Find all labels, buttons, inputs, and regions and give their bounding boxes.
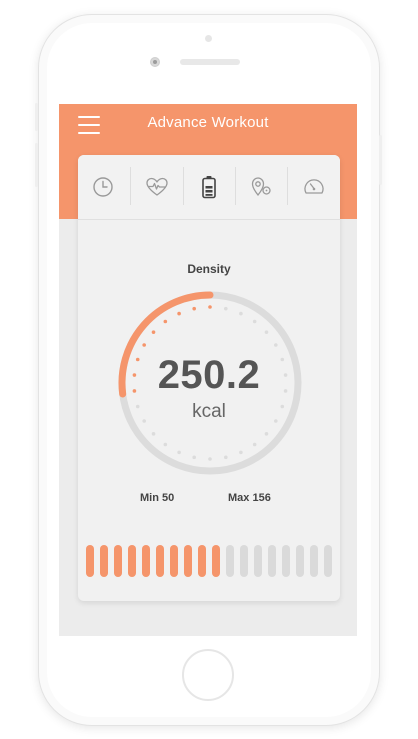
gauge-dot bbox=[151, 330, 156, 334]
tab-divider bbox=[183, 167, 184, 205]
gauge-dot bbox=[192, 455, 196, 460]
level-bar-filled bbox=[184, 545, 192, 577]
location-pin-icon bbox=[251, 177, 271, 197]
gauge-dot bbox=[163, 442, 168, 447]
level-bars bbox=[86, 545, 336, 577]
gauge-dot bbox=[208, 305, 212, 309]
gauge-dot bbox=[252, 319, 257, 324]
side-button-upper bbox=[35, 103, 38, 131]
earpiece-speaker bbox=[180, 59, 240, 65]
gauge-dot bbox=[264, 432, 269, 436]
gauge-dot bbox=[224, 455, 228, 460]
gauge-dot bbox=[151, 432, 156, 436]
gauge-dot bbox=[208, 457, 212, 461]
level-bar-filled bbox=[128, 545, 136, 577]
tab-speed[interactable] bbox=[296, 169, 332, 205]
level-bar-empty bbox=[324, 545, 332, 577]
level-bar-filled bbox=[156, 545, 164, 577]
gauge-dot bbox=[274, 343, 278, 347]
level-bar-filled bbox=[212, 545, 220, 577]
gauge-dot bbox=[264, 330, 269, 334]
gauge-dot bbox=[224, 306, 228, 311]
level-bar-filled bbox=[198, 545, 206, 577]
gauge-dot bbox=[192, 306, 196, 311]
side-button-right bbox=[379, 135, 382, 185]
clock-icon bbox=[93, 177, 113, 197]
heart-pulse-icon bbox=[146, 177, 168, 196]
speedometer-icon bbox=[304, 179, 324, 194]
gauge-dot bbox=[177, 450, 181, 455]
home-button[interactable] bbox=[182, 649, 234, 701]
tab-heart-rate[interactable] bbox=[139, 169, 175, 205]
gauge-dot bbox=[163, 319, 168, 324]
workout-card: Density 250.2 kcal Min 50 Max 156 bbox=[78, 155, 340, 601]
gauge-dot bbox=[252, 442, 257, 447]
gauge-unit: kcal bbox=[192, 401, 226, 422]
front-sensor bbox=[205, 35, 212, 42]
level-bar-filled bbox=[170, 545, 178, 577]
min-label: Min 50 bbox=[140, 492, 175, 504]
battery-icon bbox=[202, 176, 216, 199]
level-bar-empty bbox=[282, 545, 290, 577]
level-bar-empty bbox=[240, 545, 248, 577]
level-bar-filled bbox=[142, 545, 150, 577]
tab-time[interactable] bbox=[85, 169, 121, 205]
gauge-dot bbox=[177, 311, 181, 316]
level-bar-empty bbox=[310, 545, 318, 577]
level-bar-empty bbox=[268, 545, 276, 577]
tab-location[interactable] bbox=[243, 169, 279, 205]
level-bar-empty bbox=[254, 545, 262, 577]
level-bar-filled bbox=[114, 545, 122, 577]
gauge-dot bbox=[239, 450, 243, 455]
level-bar-empty bbox=[226, 545, 234, 577]
tab-divider bbox=[287, 167, 288, 205]
front-camera bbox=[150, 57, 160, 67]
level-bar-filled bbox=[100, 545, 108, 577]
gauge-value: 250.2 bbox=[157, 353, 261, 397]
app-screen: Advance Workout Density 250.2 kcal Min 5… bbox=[59, 104, 357, 636]
level-bar-empty bbox=[296, 545, 304, 577]
tab-divider bbox=[130, 167, 131, 205]
level-bar-filled bbox=[86, 545, 94, 577]
tab-divider bbox=[235, 167, 236, 205]
gauge-dot bbox=[239, 311, 243, 316]
menu-line bbox=[78, 132, 100, 134]
side-button-lower bbox=[35, 143, 38, 187]
max-label: Max 156 bbox=[228, 492, 271, 504]
gauge-label: Density bbox=[187, 262, 231, 276]
tab-bar bbox=[78, 155, 340, 220]
tab-battery[interactable] bbox=[191, 169, 227, 205]
gauge-dot bbox=[142, 343, 146, 347]
page-title: Advance Workout bbox=[147, 114, 269, 131]
